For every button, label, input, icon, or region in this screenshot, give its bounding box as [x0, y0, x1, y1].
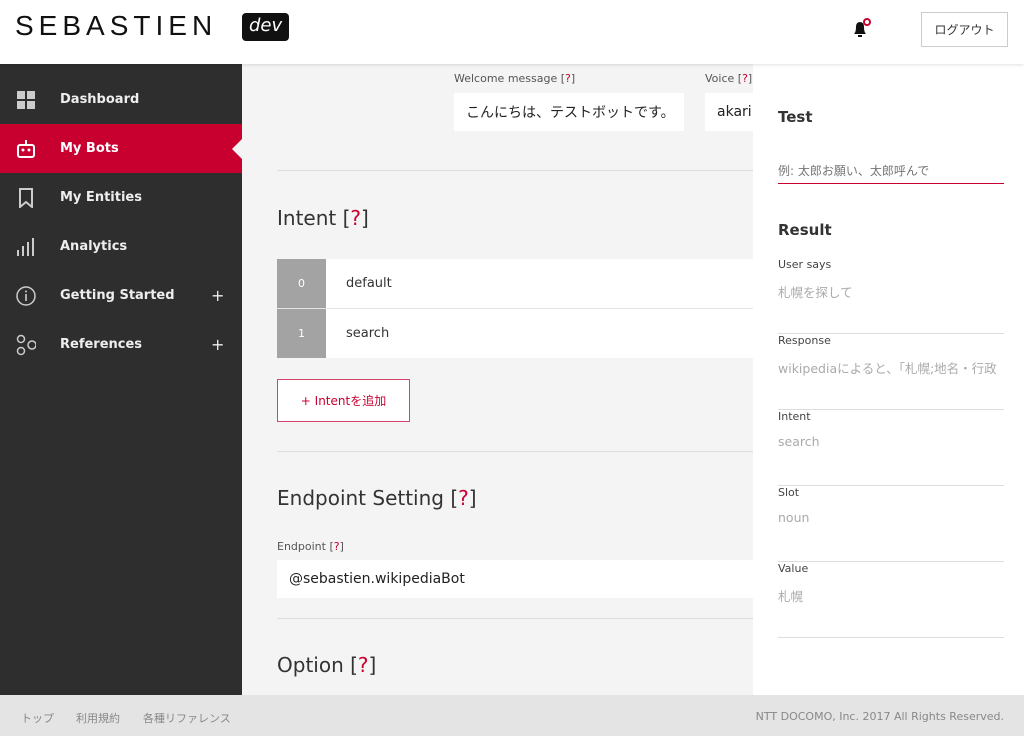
sidebar: Dashboard My Bots My Entities Analytics …	[0, 64, 242, 695]
sidebar-item-dashboard[interactable]: Dashboard	[0, 75, 242, 124]
heading-text: Option [	[277, 653, 358, 677]
intent-index: 1	[277, 309, 326, 358]
divider	[277, 451, 753, 452]
sidebar-item-getting-started[interactable]: Getting Started +	[0, 271, 242, 320]
field-label: Value	[778, 562, 809, 575]
test-input[interactable]	[778, 154, 1004, 184]
logout-button[interactable]: ログアウト	[921, 12, 1008, 47]
heading-text: Endpoint Setting [	[277, 486, 459, 510]
footer: トップ 利用規約 各種リファレンス NTT DOCOMO, Inc. 2017 …	[0, 695, 1024, 736]
welcome-message-input[interactable]: こんにちは、テストボットです。	[454, 93, 684, 131]
robot-icon	[16, 139, 36, 159]
sidebar-item-label: Dashboard	[60, 92, 140, 107]
field-label: Intent	[778, 410, 811, 423]
result-value: Value 札幌	[778, 562, 1004, 638]
sidebar-item-label: My Entities	[60, 190, 142, 205]
help-link[interactable]: ?	[565, 72, 571, 85]
header: SEBASTIEN dev ログアウト	[0, 0, 1024, 64]
field-value: noun	[778, 510, 810, 525]
help-link[interactable]: ?	[458, 486, 469, 510]
endpoint-label: Endpoint [?]	[277, 540, 344, 553]
endpoint-input[interactable]: @sebastien.wikipediaBot	[277, 560, 753, 598]
voice-label: Voice [?]	[705, 72, 753, 85]
footer-link-top[interactable]: トップ	[21, 710, 54, 726]
sidebar-item-references[interactable]: References +	[0, 320, 242, 369]
help-link[interactable]: ?	[334, 540, 340, 553]
footer-link-terms[interactable]: 利用規約	[76, 710, 120, 726]
bar-signal-icon	[16, 237, 36, 257]
endpoint-heading: Endpoint Setting [?]	[277, 486, 477, 510]
field-label: Slot	[778, 486, 800, 499]
intent-row[interactable]: 0 default	[277, 259, 753, 308]
sidebar-item-my-bots[interactable]: My Bots	[0, 124, 242, 173]
expand-icon[interactable]: +	[211, 286, 224, 305]
field-label: Response	[778, 334, 831, 347]
logo-badge: dev	[242, 13, 290, 41]
sidebar-item-label: Analytics	[60, 239, 128, 254]
sidebar-item-label: References	[60, 337, 143, 352]
result-user-says: User says 札幌を探して	[778, 258, 1004, 334]
divider	[277, 170, 753, 171]
copyright: NTT DOCOMO, Inc. 2017 All Rights Reserve…	[755, 710, 1004, 723]
intent-name: default	[346, 276, 392, 291]
heading-text: Intent [	[277, 206, 351, 230]
result-response: Response wikipediaによると、「札幌;地名・行政	[778, 334, 1004, 410]
field-value: wikipediaによると、「札幌;地名・行政	[778, 361, 997, 376]
sidebar-item-label: Getting Started	[60, 288, 175, 303]
add-intent-button[interactable]: + Intentを追加	[277, 379, 410, 422]
field-value: 札幌を探して	[778, 285, 853, 300]
footer-link-references[interactable]: 各種リファレンス	[143, 710, 231, 726]
result-slot: Slot noun	[778, 486, 1004, 562]
test-title: Test	[778, 108, 813, 126]
divider	[277, 618, 753, 619]
grid-icon	[16, 90, 36, 110]
expand-icon[interactable]: +	[211, 335, 224, 354]
field-label: User says	[778, 258, 832, 271]
intent-index: 0	[277, 259, 326, 308]
bell-icon[interactable]	[850, 18, 872, 40]
sidebar-item-analytics[interactable]: Analytics	[0, 222, 242, 271]
info-icon	[16, 285, 36, 306]
label-text: Welcome message [	[454, 72, 566, 85]
result-intent: Intent search	[778, 410, 1004, 486]
intent-name: search	[346, 326, 390, 341]
intent-heading: Intent [?]	[277, 206, 369, 230]
help-link[interactable]: ?	[350, 206, 361, 230]
field-value: 札幌	[778, 589, 804, 604]
sidebar-item-my-entities[interactable]: My Entities	[0, 173, 242, 222]
row-divider	[277, 308, 753, 309]
sidebar-item-label: My Bots	[60, 141, 119, 156]
nodes-icon	[16, 334, 36, 355]
help-link[interactable]: ?	[742, 72, 748, 85]
welcome-message-label: Welcome message [?]	[454, 72, 576, 85]
intent-row[interactable]: 1 search	[277, 309, 753, 358]
test-panel: Test Result User says 札幌を探して Response wiki…	[753, 64, 1024, 695]
logo[interactable]: SEBASTIEN	[15, 10, 217, 42]
label-text: Voice [	[705, 72, 743, 85]
option-heading: Option [?]	[277, 653, 377, 677]
label-text: Endpoint [	[277, 540, 334, 553]
field-value: search	[778, 434, 820, 449]
help-link[interactable]: ?	[358, 653, 369, 677]
bookmark-icon	[16, 187, 36, 208]
result-title: Result	[778, 221, 832, 239]
